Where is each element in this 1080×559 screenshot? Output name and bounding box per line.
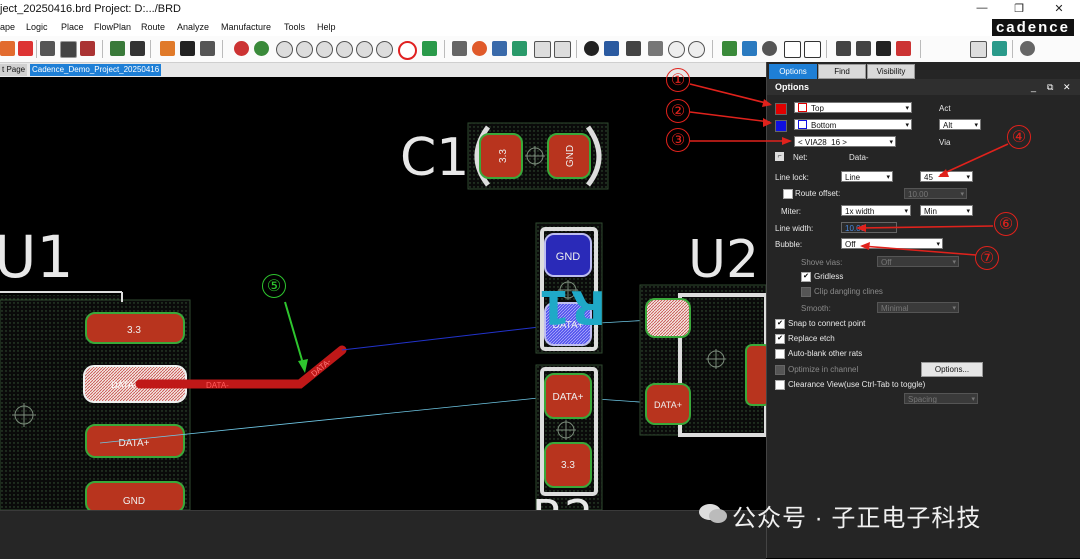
- callout-4: ④: [1007, 125, 1031, 149]
- arrow-head-4: [938, 169, 949, 177]
- wechat-icon: [699, 504, 727, 523]
- callout-1: ①: [666, 68, 690, 92]
- callout-3: ③: [666, 128, 690, 152]
- arrow-head-2: [763, 118, 772, 127]
- callout-2: ②: [666, 99, 690, 123]
- annotation-overlay: [689, 83, 1009, 256]
- callout-6: ⑥: [994, 212, 1018, 236]
- callout-7: ⑦: [975, 246, 999, 270]
- watermark-text: 公众号 · 子正电子科技: [732, 505, 982, 532]
- arrow-head-3: [782, 137, 792, 145]
- arrow-head-7: [860, 242, 870, 250]
- arrow-head-6: [856, 224, 866, 232]
- arrow-head-1: [762, 99, 772, 107]
